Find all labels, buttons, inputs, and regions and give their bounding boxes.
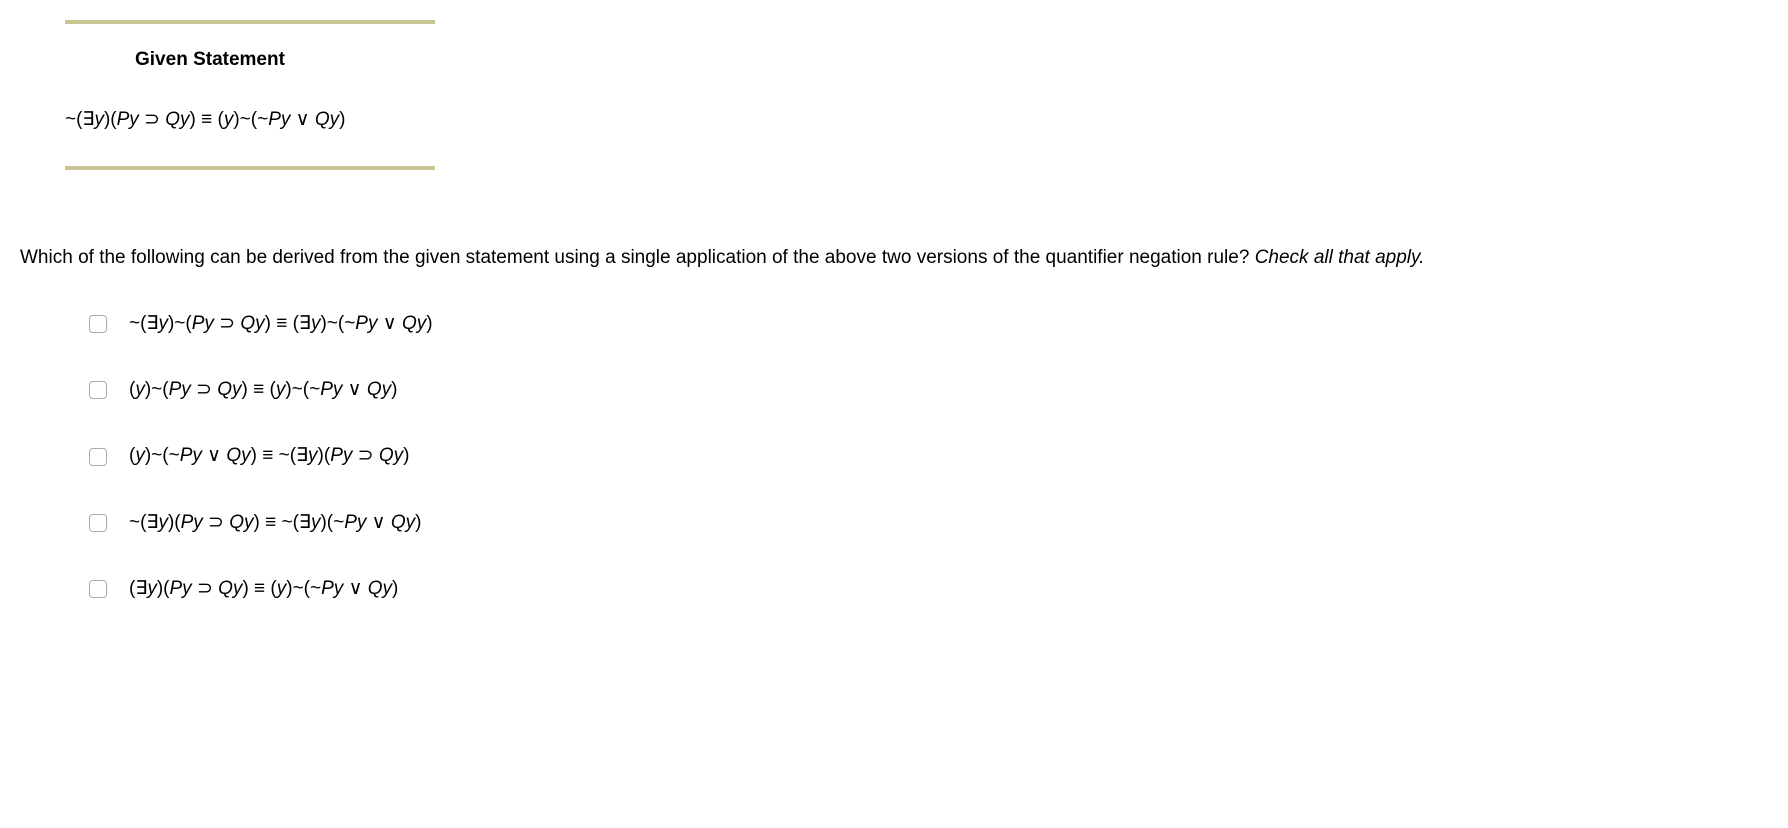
option-row: (∃y)(Py ⊃ Qy) ≡ (y)~(~Py ∨ Qy) [85,571,1768,607]
option-checkbox-5[interactable] [89,580,107,598]
option-label-4: ~(∃y)(Py ⊃ Qy) ≡ ~(∃y)(~Py ∨ Qy) [129,505,421,541]
question-text: Which of the following can be derived fr… [20,247,1255,268]
option-checkbox-4[interactable] [89,514,107,532]
option-label-5: (∃y)(Py ⊃ Qy) ≡ (y)~(~Py ∨ Qy) [129,571,398,607]
given-statement-box: Given Statement ~(∃y)(Py ⊃ Qy) ≡ (y)~(~P… [65,20,435,170]
question-hint: Check all that apply. [1255,247,1425,268]
option-label-2: (y)~(Py ⊃ Qy) ≡ (y)~(~Py ∨ Qy) [129,372,397,408]
given-header: Given Statement [65,20,435,96]
option-checkbox-3[interactable] [89,448,107,466]
given-statement: ~(∃y)(Py ⊃ Qy) ≡ (y)~(~Py ∨ Qy) [65,96,435,170]
options-list: ~(∃y)~(Py ⊃ Qy) ≡ (∃y)~(~Py ∨ Qy) (y)~(P… [85,306,1768,606]
option-row: ~(∃y)(Py ⊃ Qy) ≡ ~(∃y)(~Py ∨ Qy) [85,505,1768,541]
option-row: ~(∃y)~(Py ⊃ Qy) ≡ (∃y)~(~Py ∨ Qy) [85,306,1768,342]
option-row: (y)~(Py ⊃ Qy) ≡ (y)~(~Py ∨ Qy) [85,372,1768,408]
option-checkbox-1[interactable] [89,315,107,333]
option-row: (y)~(~Py ∨ Qy) ≡ ~(∃y)(Py ⊃ Qy) [85,438,1768,474]
option-label-3: (y)~(~Py ∨ Qy) ≡ ~(∃y)(Py ⊃ Qy) [129,438,409,474]
option-label-1: ~(∃y)~(Py ⊃ Qy) ≡ (∃y)~(~Py ∨ Qy) [129,306,433,342]
option-checkbox-2[interactable] [89,381,107,399]
question-text-container: Which of the following can be derived fr… [20,240,1768,276]
